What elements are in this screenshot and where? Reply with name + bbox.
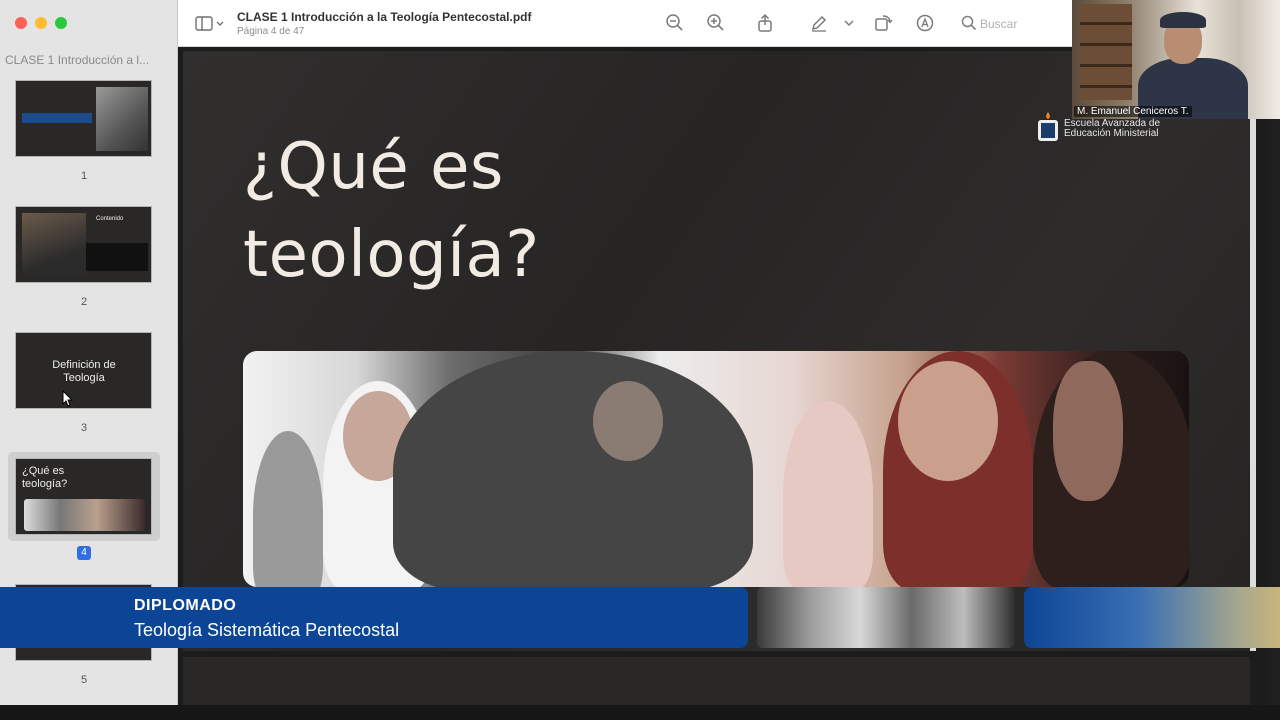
school-name-line-2: Educación Ministerial [1064,128,1159,139]
mouse-cursor-icon [62,390,74,407]
speaker-name: M. Emanuel Ceniceros T. [1074,106,1192,117]
thumbnail-image: Definición de Teología [15,332,152,409]
thumbnail-image [15,80,152,157]
window-controls [15,17,67,29]
page-indicator: Página 4 de 47 [237,26,305,37]
markup-pen-icon[interactable] [809,13,829,33]
slide-photo-worship-crowd [243,351,1189,587]
thumbnail-text: Contenido [96,216,124,222]
page-number: 3 [80,422,88,434]
lower-third-photo [757,587,1015,648]
sidebar-toggle-icon[interactable] [195,15,225,33]
search-field[interactable] [956,11,1076,36]
annotate-icon[interactable] [915,13,935,33]
fullscreen-window-button[interactable] [55,17,67,29]
page-number-selected: 4 [77,546,91,560]
lower-third-banner: DIPLOMADO Teología Sistemática Pentecost… [0,587,748,648]
chevron-down-icon[interactable] [843,13,855,33]
close-window-button[interactable] [15,17,27,29]
lower-third-subtitle: Teología Sistemática Pentecostal [134,620,400,640]
slide-heading: ¿Qué es teología? [243,130,540,292]
scrollbar[interactable] [1250,51,1256,651]
lower-third-gradient [1024,587,1280,648]
bottom-bar [0,705,1280,720]
page-number: 2 [80,296,88,308]
share-icon[interactable] [755,13,775,33]
minimize-window-button[interactable] [35,17,47,29]
document-title: CLASE 1 Introducción a la Teología Pente… [237,10,532,24]
zoom-in-icon[interactable] [706,13,726,33]
search-input[interactable] [980,15,1070,32]
school-logo-icon [1038,112,1058,141]
sidebar-document-title: CLASE 1 Introducción a l... [5,53,150,67]
school-name: Escuela Avanzada de Educación Ministeria… [1064,119,1160,139]
thumbnail-image: Contenido [15,206,152,283]
thumbnail-text: Definición de Teología [52,359,116,384]
rotate-icon[interactable] [873,13,893,33]
webcam-feed: M. Emanuel Ceniceros T. [1072,0,1280,119]
page-number: 5 [80,674,88,686]
page-number: 1 [80,170,88,182]
thumbnail-image: ¿Qué es teología? [15,458,152,535]
search-icon [961,15,977,31]
thumbnail-text: ¿Qué es teología? [22,465,68,490]
lower-third-title: DIPLOMADO [134,597,237,614]
zoom-out-icon[interactable] [665,13,685,33]
pdf-page-4: ¿Qué es teología? [183,51,1250,651]
pdf-page-5-preview [183,657,1250,705]
